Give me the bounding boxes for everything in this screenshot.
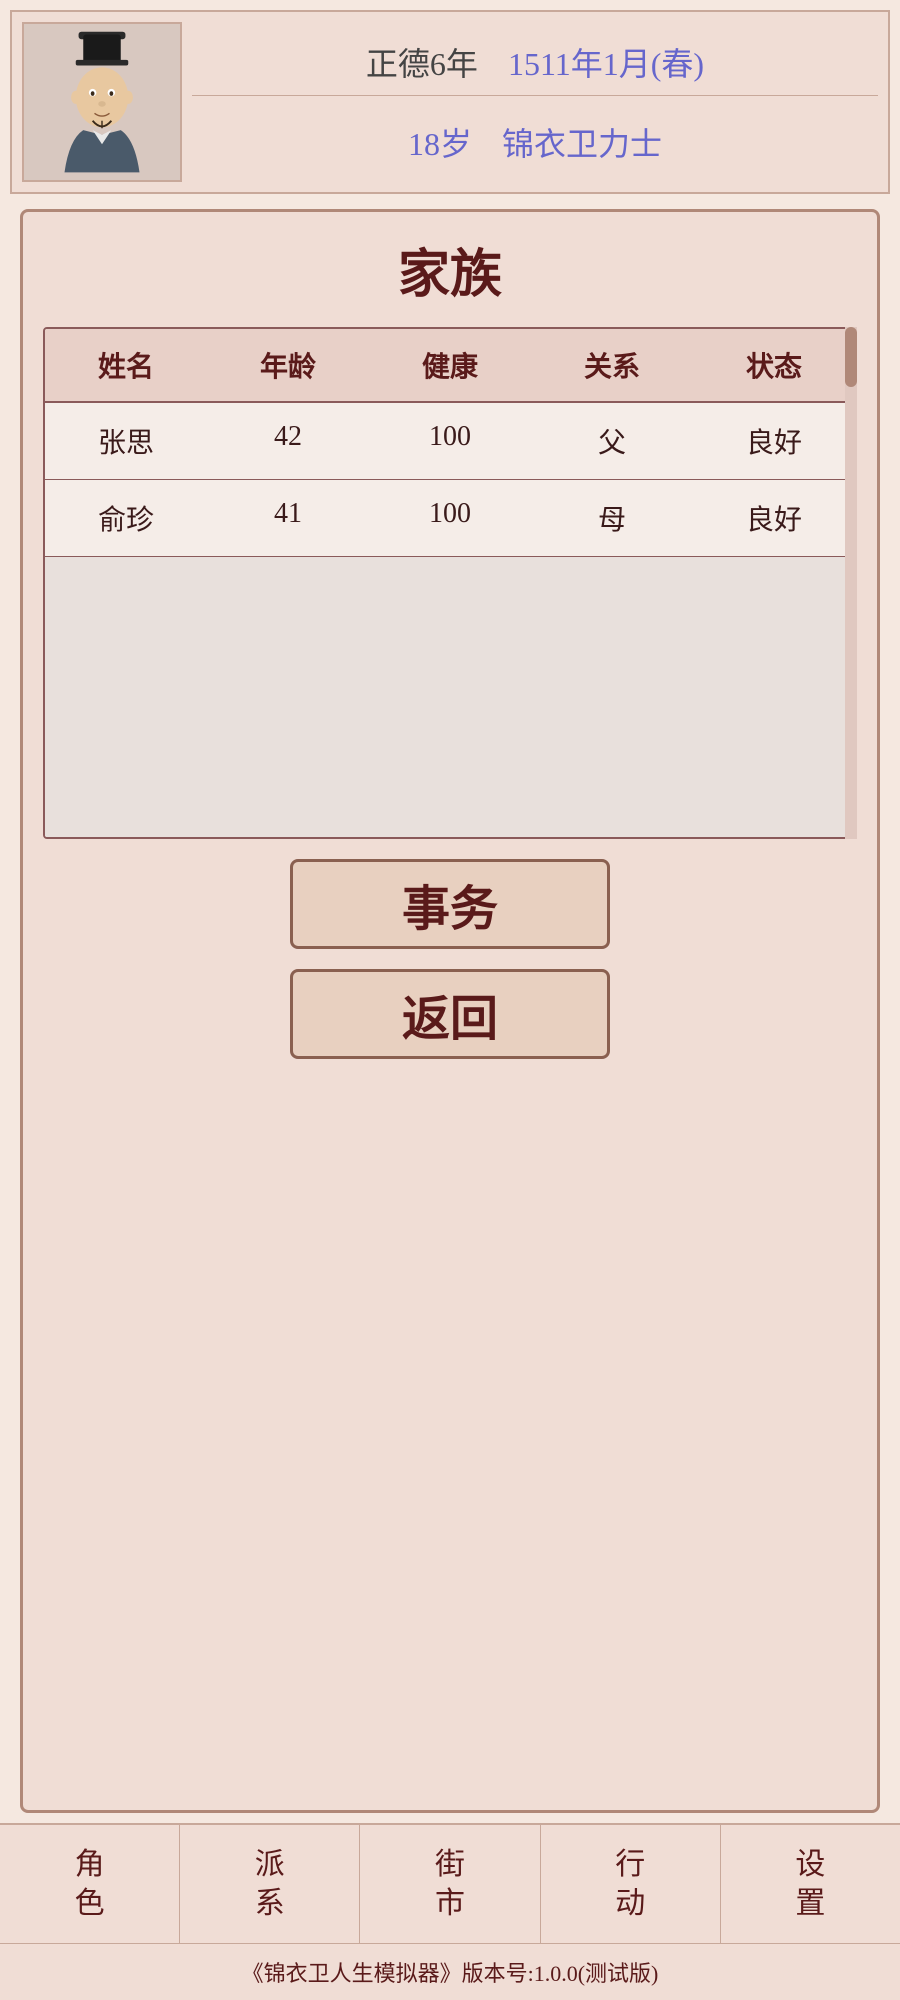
- affairs-button[interactable]: 事务: [290, 859, 610, 949]
- family-table: 姓名 年龄 健康 关系 状态 张思 42 100 父 良好 俞珍 4: [43, 327, 857, 839]
- cell-name-1: 俞珍: [45, 480, 207, 556]
- title-label: 锦衣卫力士: [502, 119, 662, 165]
- header-info: 正德6年 1511年1月(春) 18岁 锦衣卫力士: [192, 22, 878, 182]
- footer: 《锦衣卫人生模拟器》版本号:1.0.0(测试版): [0, 1943, 900, 2000]
- col-header-status: 状态: [693, 329, 855, 401]
- date-label: 1511年1月(春): [508, 39, 704, 85]
- nav-item-character[interactable]: 角色: [0, 1825, 180, 1943]
- header-date-row: 正德6年 1511年1月(春): [192, 29, 878, 96]
- nav-item-settings[interactable]: 设置: [721, 1825, 900, 1943]
- scrollbar[interactable]: [845, 327, 857, 839]
- table-row[interactable]: 张思 42 100 父 良好: [45, 403, 855, 480]
- col-header-relation: 关系: [531, 329, 693, 401]
- nav-item-market[interactable]: 街市: [360, 1825, 540, 1943]
- avatar: [22, 22, 182, 182]
- scrollbar-thumb[interactable]: [845, 327, 857, 387]
- table-row[interactable]: 俞珍 41 100 母 良好: [45, 480, 855, 557]
- year-label: 正德6年: [366, 39, 478, 85]
- col-header-name: 姓名: [45, 329, 207, 401]
- cell-status-1: 良好: [693, 480, 855, 556]
- cell-relation-0: 父: [531, 403, 693, 479]
- panel-title: 家族: [43, 232, 857, 307]
- cell-age-1: 41: [207, 480, 369, 556]
- col-header-age: 年龄: [207, 329, 369, 401]
- col-header-health: 健康: [369, 329, 531, 401]
- cell-age-0: 42: [207, 403, 369, 479]
- main-content: 家族 姓名 年龄 健康 关系 状态 张思 42 100 父 良好: [0, 199, 900, 1823]
- bottom-nav: 角色 派系 街市 行动 设置: [0, 1823, 900, 1943]
- cell-relation-1: 母: [531, 480, 693, 556]
- back-button[interactable]: 返回: [290, 969, 610, 1059]
- family-table-container: 姓名 年龄 健康 关系 状态 张思 42 100 父 良好 俞珍 4: [43, 327, 857, 839]
- age-label: 18岁: [408, 119, 472, 165]
- nav-item-faction[interactable]: 派系: [180, 1825, 360, 1943]
- table-empty-area: [45, 557, 855, 837]
- cell-health-0: 100: [369, 403, 531, 479]
- button-area: 事务 返回: [43, 859, 857, 1059]
- cell-status-0: 良好: [693, 403, 855, 479]
- footer-text: 《锦衣卫人生模拟器》版本号:1.0.0(测试版): [242, 1961, 659, 1986]
- header-status-row: 18岁 锦衣卫力士: [192, 109, 878, 175]
- cell-health-1: 100: [369, 480, 531, 556]
- cell-name-0: 张思: [45, 403, 207, 479]
- family-panel: 家族 姓名 年龄 健康 关系 状态 张思 42 100 父 良好: [20, 209, 880, 1813]
- table-header: 姓名 年龄 健康 关系 状态: [45, 329, 855, 403]
- nav-item-action[interactable]: 行动: [541, 1825, 721, 1943]
- header: 正德6年 1511年1月(春) 18岁 锦衣卫力士: [10, 10, 890, 194]
